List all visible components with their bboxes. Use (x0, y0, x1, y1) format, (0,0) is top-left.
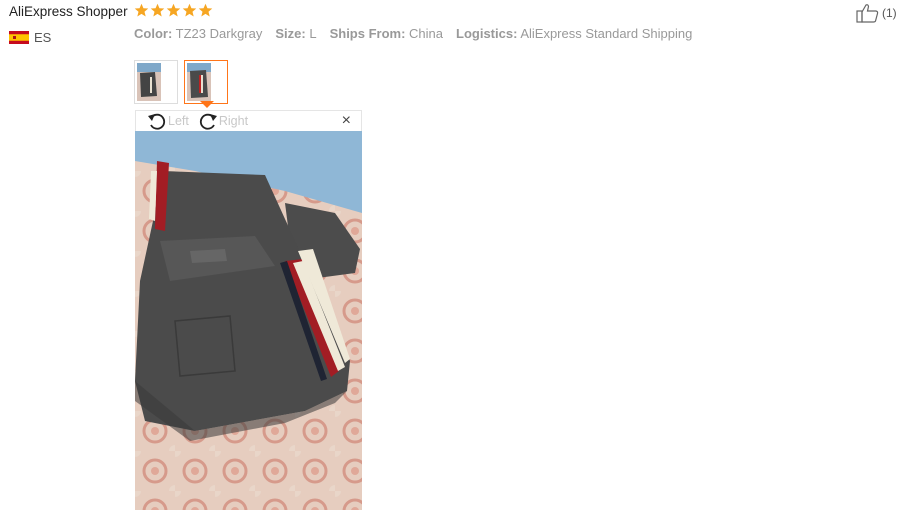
order-attributes: Color: TZ23 Darkgray Size: L Ships From:… (134, 26, 692, 41)
selected-thumbnail-indicator (200, 101, 214, 108)
attribute-logistics: Logistics: AliExpress Standard Shipping (456, 26, 693, 41)
helpful-button[interactable]: (1) (856, 3, 897, 23)
review-photo-thumbnails (134, 60, 228, 108)
photo-viewer-toolbar: Left Right × (136, 111, 361, 131)
country-code: ES (34, 30, 52, 45)
close-icon[interactable]: × (342, 113, 351, 129)
photo-viewer: Left Right × (135, 110, 362, 510)
photo-thumbnail-1[interactable] (134, 60, 178, 104)
thumbs-up-icon[interactable] (856, 3, 880, 23)
rotate-left-button[interactable]: Left (146, 111, 189, 131)
attribute-color: Color: TZ23 Darkgray (134, 26, 263, 41)
spain-flag-icon (9, 31, 29, 44)
attribute-ships-from: Ships From: China (329, 26, 444, 41)
thumbnail-image (137, 63, 161, 101)
helpful-count: (1) (882, 6, 897, 20)
thumbnail-image (187, 63, 211, 101)
rotate-right-button[interactable]: Right (197, 111, 248, 131)
photo-thumbnail-2[interactable] (184, 60, 228, 108)
star-icon (166, 3, 181, 17)
star-icon (198, 3, 213, 17)
rotate-right-icon (199, 113, 217, 130)
review-photo (135, 131, 362, 510)
star-icon (134, 3, 149, 17)
reviewer-name: AliExpress Shopper (9, 4, 128, 19)
attribute-size: Size: L (275, 26, 317, 41)
star-icon (182, 3, 197, 17)
rating-stars (134, 3, 213, 18)
rotate-left-icon (148, 113, 166, 130)
star-icon (150, 3, 165, 17)
